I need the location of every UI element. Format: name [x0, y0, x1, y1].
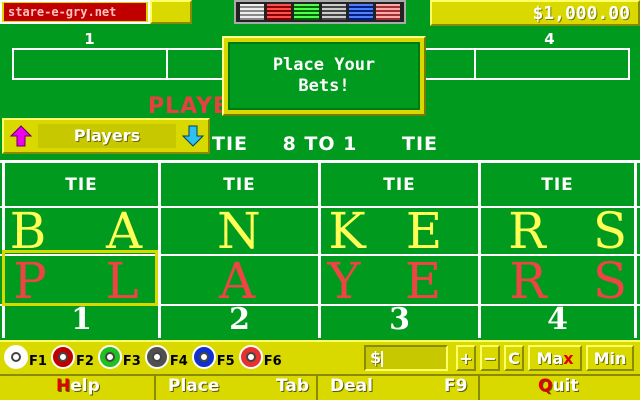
brand-label: stare-e-gry.net: [4, 3, 146, 21]
top-bar-left: [150, 0, 192, 24]
footer-bar: Help Place Tab Deal F9 Quit: [0, 374, 640, 400]
chip-icon: [97, 345, 122, 369]
bankers-row[interactable]: B A N K E R S: [0, 206, 640, 256]
chip-key-label: F6: [263, 354, 282, 369]
bet-type-selector[interactable]: Players: [2, 118, 210, 154]
bet-amount-input[interactable]: $: [364, 345, 448, 371]
arrow-down-icon[interactable]: [181, 125, 205, 147]
tie-cell-2[interactable]: TIE: [161, 175, 318, 195]
chip-icon: [4, 345, 28, 369]
chip-key-label: F3: [122, 354, 141, 369]
chip-key-label: F5: [216, 354, 235, 369]
chip-bar: F1 F2 F3 F4 F5 F6 $ + − C Ma x Min: [0, 340, 640, 374]
deal-button[interactable]: Deal F9: [320, 376, 480, 400]
chip-button-1[interactable]: F1: [4, 345, 47, 369]
message-popup: Place Your Bets!: [222, 36, 426, 116]
brand-box: stare-e-gry.net: [0, 0, 150, 24]
tie-cell-3[interactable]: TIE: [321, 175, 478, 195]
bet-column-3[interactable]: 3: [321, 302, 478, 337]
clear-bet-button[interactable]: C: [504, 345, 524, 371]
balance-value: $1,000.00: [532, 2, 630, 24]
bet-number-1: 1: [84, 30, 96, 48]
bet-number-4: 4: [544, 30, 556, 48]
chip-icon: [191, 345, 216, 369]
quit-button[interactable]: Quit: [482, 376, 640, 400]
bet-column-1[interactable]: 1: [5, 302, 158, 337]
chip-button-5[interactable]: F5: [191, 345, 235, 369]
odds-tie-left: TIE: [212, 133, 249, 155]
place-button[interactable]: Place Tab: [158, 376, 318, 400]
chip-icon: [238, 345, 263, 369]
increase-bet-button[interactable]: +: [456, 345, 476, 371]
chip-button-4[interactable]: F4: [144, 345, 188, 369]
selector-label: Players: [38, 124, 176, 148]
chip-key-label: F2: [75, 354, 94, 369]
betting-board: TIE TIE TIE TIE B A N K E R S P L A Y E …: [0, 160, 640, 340]
bet-column-4[interactable]: 4: [481, 302, 634, 337]
tie-cell-1[interactable]: TIE: [5, 175, 158, 195]
arrow-up-icon[interactable]: [9, 125, 33, 147]
chip-rack-icon: [234, 0, 406, 24]
selected-bet-highlight: [2, 250, 158, 306]
chip-button-6[interactable]: F6: [238, 345, 282, 369]
chip-icon: [144, 345, 169, 369]
odds-tie-right: TIE: [401, 133, 438, 155]
odds-payout: 8 TO 1: [282, 133, 358, 155]
decrease-bet-button[interactable]: −: [480, 345, 500, 371]
tie-cell-4[interactable]: TIE: [481, 175, 634, 195]
chip-key-label: F1: [29, 354, 47, 369]
max-bet-button[interactable]: Ma x: [528, 345, 582, 371]
min-bet-button[interactable]: Min: [586, 345, 634, 371]
message-text: Place Your Bets!: [272, 55, 376, 96]
chip-button-2[interactable]: F2: [50, 345, 94, 369]
balance-display: $1,000.00: [430, 0, 640, 26]
help-button[interactable]: Help: [0, 376, 156, 400]
chip-key-label: F4: [169, 354, 188, 369]
chip-button-3[interactable]: F3: [97, 345, 141, 369]
chip-icon: [50, 345, 75, 369]
bet-column-2[interactable]: 2: [161, 302, 318, 337]
